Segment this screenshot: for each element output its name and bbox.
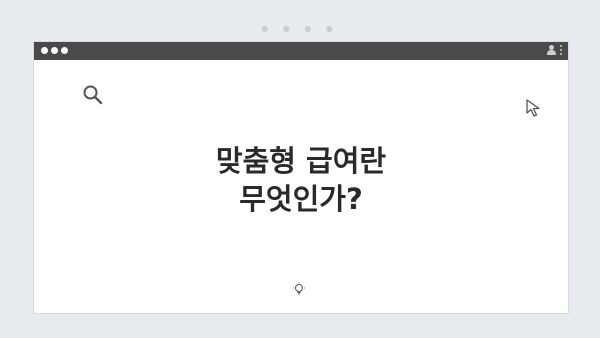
- window-dot-2[interactable]: [51, 47, 58, 54]
- cursor-icon: [526, 99, 540, 117]
- window-controls: [41, 47, 68, 54]
- user-icon[interactable]: [547, 45, 556, 55]
- top-dots-indicator: ● ● ● ●: [261, 24, 339, 33]
- bulb-icon: [293, 282, 305, 295]
- page-frame: ● ● ● ● 맞춤형 급여란 무엇인가?: [0, 0, 600, 338]
- window-titlebar: [34, 42, 568, 60]
- page-headline: 맞춤형 급여란 무엇인가?: [34, 142, 568, 218]
- window-dot-1[interactable]: [41, 47, 48, 54]
- headline-line-2: 무엇인가?: [239, 182, 363, 216]
- headline-line-1: 맞춤형 급여란: [215, 144, 387, 178]
- search-icon: [83, 85, 103, 105]
- browser-window: 맞춤형 급여란 무엇인가?: [33, 41, 569, 314]
- window-dot-3[interactable]: [61, 47, 68, 54]
- titlebar-menu: [547, 45, 562, 55]
- kebab-menu-icon[interactable]: [560, 45, 562, 55]
